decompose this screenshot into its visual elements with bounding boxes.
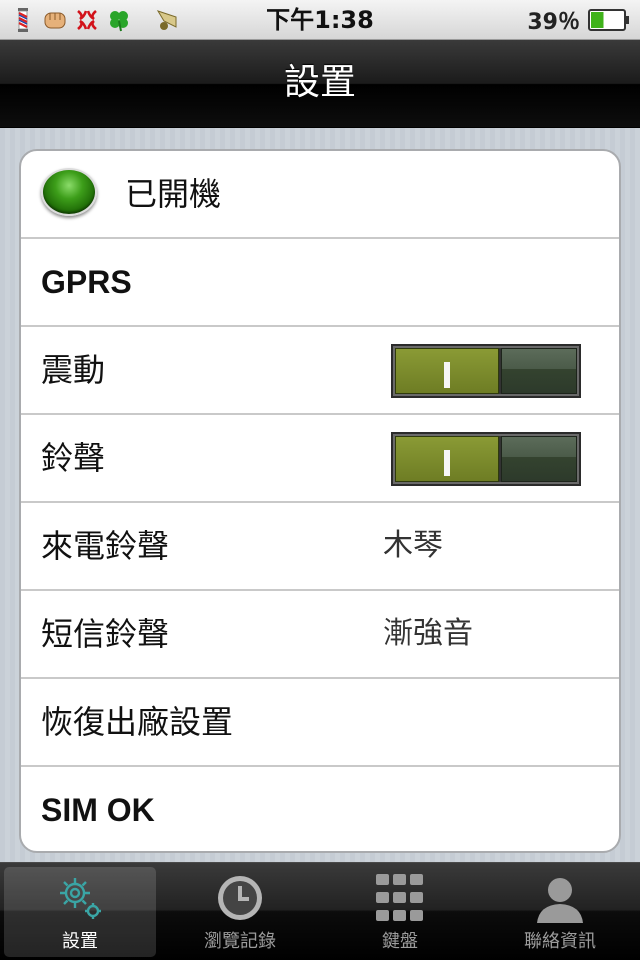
ringer-label: 鈴聲 [41, 439, 106, 477]
tab-bar: 設置 瀏覽記錄 鍵盤 聯絡資訊 [0, 862, 640, 960]
vibrate-label: 震動 [41, 351, 106, 389]
battery-percent: 39％ [527, 10, 580, 35]
settings-content: 已開機 GPRS 震動 鈴聲 來電鈴聲 木琴 短信鈴聲 漸強音 恢復出廠設置 S… [0, 128, 640, 862]
ringer-toggle-off [501, 436, 577, 482]
ringer-toggle[interactable] [391, 432, 581, 486]
vibrate-toggle[interactable] [391, 344, 581, 398]
power-led-icon[interactable] [41, 168, 97, 216]
vibrate-toggle-off [501, 348, 577, 394]
ringer-row: 鈴聲 [21, 415, 619, 503]
sim-status-row[interactable]: SIM OK [21, 767, 619, 851]
battery-icon [588, 9, 629, 31]
power-row[interactable]: 已開機 [21, 151, 619, 239]
status-bar: 下午1:38 39％ [0, 0, 640, 40]
tab-history[interactable]: 瀏覽記錄 [164, 867, 316, 957]
incoming-ringtone-label: 來電鈴聲 [41, 527, 170, 565]
factory-reset-row[interactable]: 恢復出廠設置 [21, 679, 619, 767]
tab-keypad[interactable]: 鍵盤 [324, 867, 476, 957]
sms-ringtone-label: 短信鈴聲 [41, 615, 170, 653]
gprs-label: GPRS [41, 264, 132, 300]
incoming-ringtone-row[interactable]: 來電鈴聲 木琴 [21, 503, 619, 591]
page-title: 設置 [283, 62, 356, 103]
ringer-toggle-on [395, 436, 499, 482]
sms-ringtone-value: 漸強音 [383, 616, 473, 651]
factory-reset-label: 恢復出廠設置 [41, 703, 234, 741]
navigation-bar: 設置 [0, 40, 640, 128]
tab-contacts[interactable]: 聯絡資訊 [484, 867, 636, 957]
tab-keypad-label: 鍵盤 [382, 931, 418, 952]
tab-settings-label: 設置 [62, 931, 98, 952]
sim-status-label: SIM OK [41, 792, 155, 828]
clock-icon [218, 876, 262, 920]
vibrate-row: 震動 [21, 327, 619, 415]
keypad-icon [376, 874, 423, 921]
sms-ringtone-row[interactable]: 短信鈴聲 漸強音 [21, 591, 619, 679]
tab-history-label: 瀏覽記錄 [204, 931, 276, 952]
contact-icon [537, 878, 583, 923]
power-status-label: 已開機 [125, 175, 222, 213]
gprs-row[interactable]: GPRS [21, 239, 619, 327]
gear-icon [60, 878, 101, 919]
tab-settings[interactable]: 設置 [4, 867, 156, 957]
battery-indicator: 39％ [527, 0, 630, 40]
vibrate-toggle-on [395, 348, 499, 394]
incoming-ringtone-value: 木琴 [383, 528, 443, 563]
tab-contacts-label: 聯絡資訊 [524, 931, 596, 952]
settings-group: 已開機 GPRS 震動 鈴聲 來電鈴聲 木琴 短信鈴聲 漸強音 恢復出廠設置 S… [19, 149, 621, 853]
